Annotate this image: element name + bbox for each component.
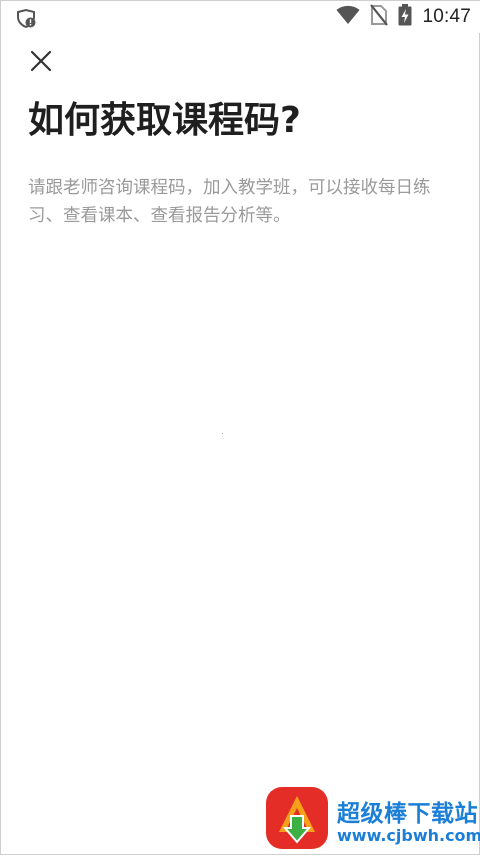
watermark-title: 超级棒下载站 bbox=[337, 801, 478, 827]
close-icon bbox=[30, 50, 52, 72]
page-description: 请跟老师咨询课程码，加入教学班，可以接收每日练习、查看课本、查看报告分析等。 bbox=[28, 178, 431, 226]
status-bar: 10:47 bbox=[1, 1, 480, 33]
watermark-url: www.cjbwh.com bbox=[337, 826, 480, 845]
close-button[interactable] bbox=[23, 43, 59, 79]
status-icons: 10:47 bbox=[336, 4, 471, 30]
divider-dot bbox=[222, 433, 223, 434]
watermark-logo bbox=[266, 787, 328, 849]
wifi-icon bbox=[336, 5, 360, 29]
app-screen: 10:47 如何获取课程码? 请跟老师咨询课程码，加入教学班，可以接收每日练习、… bbox=[0, 0, 480, 855]
battery-charging-icon bbox=[398, 4, 412, 30]
page-title: 如何获取课程码? bbox=[28, 100, 301, 141]
watermark: 超级棒下载站 www.cjbwh.com bbox=[265, 786, 480, 856]
status-time: 10:47 bbox=[422, 6, 471, 27]
no-sim-icon bbox=[370, 4, 389, 30]
wifi-shield-alert-icon bbox=[15, 7, 37, 29]
